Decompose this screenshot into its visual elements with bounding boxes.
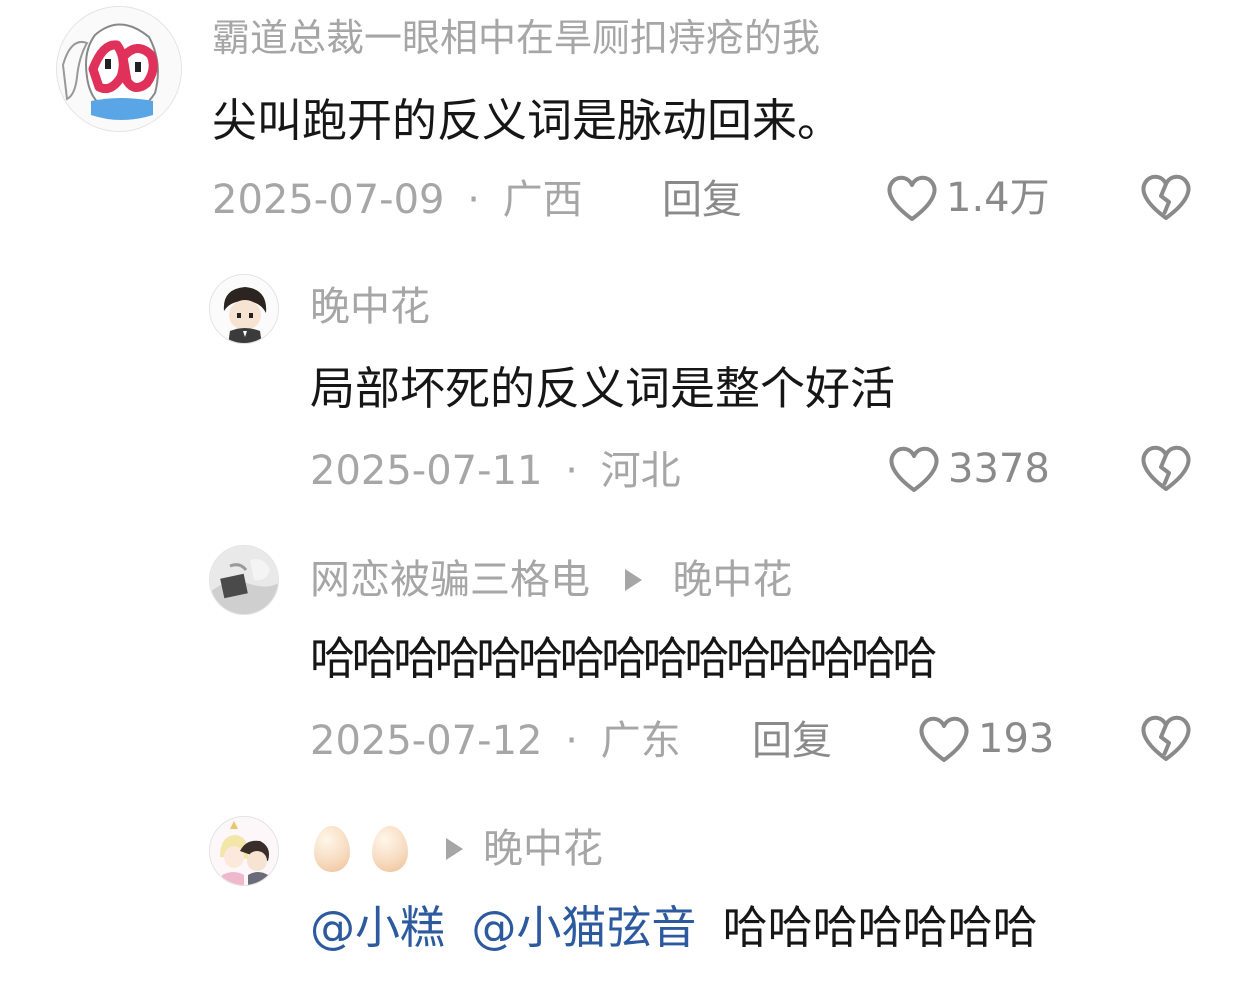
like-button[interactable]: 3378 (886, 443, 1050, 495)
avatar-reply-2[interactable] (209, 545, 279, 615)
avatar-image (210, 546, 278, 614)
like-count: 1.4万 (946, 175, 1050, 221)
meta-separator: · (565, 448, 578, 494)
like-button[interactable]: 1.4万 (884, 172, 1050, 224)
reply-location: 河北 (600, 448, 681, 494)
dislike-button[interactable] (1138, 713, 1194, 767)
like-count: 3378 (948, 446, 1050, 492)
reply-username[interactable]: 晚中花 (310, 287, 430, 327)
reply-button[interactable]: 回复 (752, 721, 832, 761)
reply-text: 局部坏死的反义词是整个好活 (310, 362, 896, 415)
heart-outline-icon (887, 175, 937, 221)
reply-date-location: 2025-07-12 · 广东 (310, 721, 681, 761)
reply-button[interactable]: 回复 (662, 180, 742, 220)
meta-separator: · (565, 718, 578, 764)
egg-emoji (314, 826, 350, 872)
avatar-image (57, 7, 181, 131)
mention-link[interactable]: @小猫弦音 (471, 901, 696, 954)
comment-date: 2025-07-09 (212, 177, 445, 223)
reply-username-line: 网恋被骗三格电 晚中花 (310, 558, 792, 600)
heart-outline-icon (889, 446, 939, 492)
reply-username[interactable]: 网恋被骗三格电 (310, 560, 590, 600)
avatar-reply-3[interactable] (209, 816, 279, 886)
broken-heart-icon (1141, 174, 1191, 220)
commenter-username[interactable]: 霸道总裁一眼相中在旱厕扣痔疮的我 (212, 19, 820, 57)
avatar-image (210, 817, 278, 885)
comment-location: 广西 (502, 177, 583, 223)
broken-heart-icon (1141, 715, 1191, 761)
heart-outline-icon (919, 716, 969, 762)
dislike-button[interactable] (1138, 172, 1194, 226)
avatar-image (210, 275, 278, 343)
reply-to-username[interactable]: 晚中花 (483, 829, 603, 869)
meta-separator: · (467, 177, 480, 223)
reply-date: 2025-07-11 (310, 448, 543, 494)
egg-emoji (372, 826, 408, 872)
comment-text: 尖叫跑开的反义词是脉动回来。 (212, 94, 843, 147)
dislike-button[interactable] (1138, 443, 1194, 497)
reply-to-username[interactable]: 晚中花 (672, 560, 792, 600)
reply-text: @小糕 @小猫弦音 哈哈哈哈哈哈哈 (310, 905, 1038, 950)
reply-date: 2025-07-12 (310, 718, 543, 764)
triangle-right-icon (446, 838, 463, 860)
reply-username-line: 晚中花 (314, 824, 603, 874)
reply-text: 哈哈哈哈哈哈哈哈哈哈哈哈哈哈哈 (310, 632, 937, 685)
like-button[interactable]: 193 (916, 713, 1054, 765)
avatar-commenter-1[interactable] (56, 6, 182, 132)
reply-text-body: 哈哈哈哈哈哈哈 (722, 901, 1038, 954)
comment-date-location: 2025-07-09 · 广西 (212, 180, 583, 220)
like-count: 193 (978, 716, 1055, 762)
triangle-right-icon (624, 569, 642, 591)
avatar-reply-1[interactable] (209, 274, 279, 344)
broken-heart-icon (1141, 445, 1191, 491)
reply-date-location: 2025-07-11 · 河北 (310, 451, 681, 491)
mention-link[interactable]: @小糕 (310, 901, 445, 954)
reply-location: 广东 (600, 718, 681, 764)
